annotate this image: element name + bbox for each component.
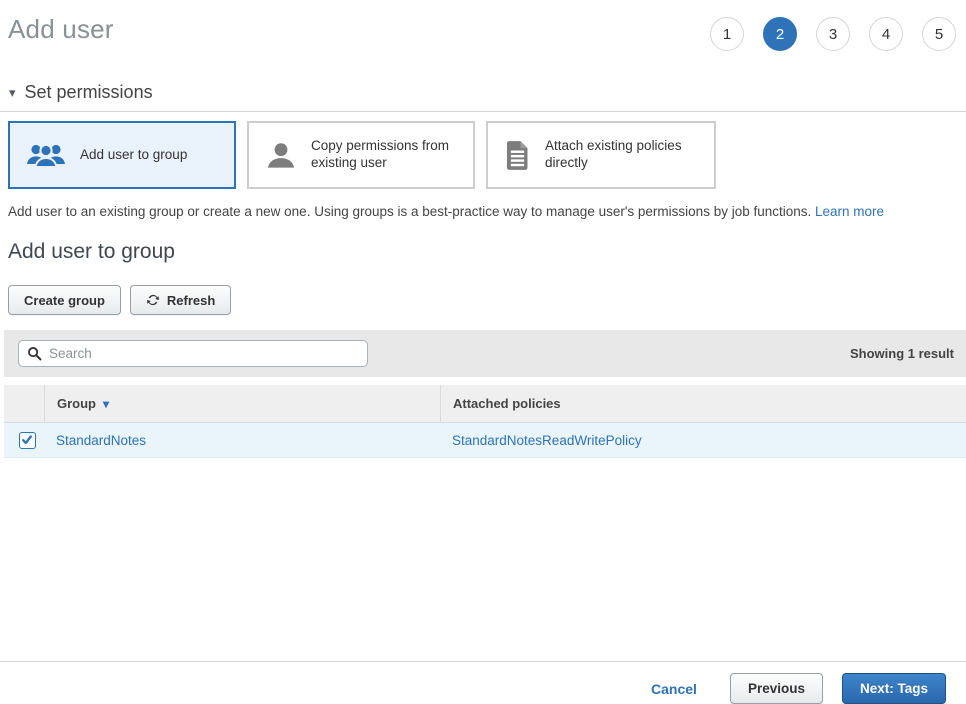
step-2-current[interactable]: 2: [763, 17, 797, 51]
previous-button[interactable]: Previous: [730, 673, 823, 704]
table-toolbar: Showing 1 result: [4, 330, 966, 377]
policy-link[interactable]: StandardNotesReadWritePolicy: [452, 433, 642, 448]
policy-document-icon: [504, 140, 531, 171]
results-count: Showing 1 result: [850, 346, 956, 361]
option-add-user-to-group[interactable]: Add user to group: [8, 121, 236, 189]
row-checkbox-cell: [4, 432, 44, 449]
permissions-description: Add user to an existing group or create …: [8, 204, 966, 219]
step-4[interactable]: 4: [869, 17, 903, 51]
step-3[interactable]: 3: [816, 17, 850, 51]
group-column-label: Group: [57, 396, 96, 411]
search-field-wrap: [18, 340, 368, 367]
row-group-cell: StandardNotes: [44, 433, 440, 448]
groups-table: Group ▾ Attached policies StandardNotes …: [4, 385, 966, 458]
description-text: Add user to an existing group or create …: [8, 204, 815, 219]
group-link[interactable]: StandardNotes: [56, 433, 146, 448]
table-header-row: Group ▾ Attached policies: [4, 385, 966, 423]
step-5[interactable]: 5: [922, 17, 956, 51]
header-policies-column: Attached policies: [440, 385, 966, 422]
option-label: Attach existing policies directly: [545, 138, 704, 172]
policies-column-label: Attached policies: [453, 396, 561, 411]
next-tags-button[interactable]: Next: Tags: [842, 673, 946, 704]
header-checkbox-column: [4, 385, 44, 422]
group-section-title: Add user to group: [8, 240, 966, 264]
user-group-icon: [26, 140, 66, 170]
learn-more-link[interactable]: Learn more: [815, 204, 884, 219]
option-label: Copy permissions from existing user: [311, 138, 463, 172]
search-input[interactable]: [18, 340, 368, 367]
wizard-footer: Cancel Previous Next: Tags: [0, 661, 966, 704]
refresh-button[interactable]: Refresh: [130, 285, 231, 315]
collapse-arrow-icon: ▾: [9, 86, 16, 99]
set-permissions-header[interactable]: ▾ Set permissions: [9, 82, 966, 103]
section-title: Set permissions: [25, 82, 153, 103]
checkmark-icon: [21, 434, 33, 446]
refresh-icon: [146, 293, 160, 307]
step-indicator: 1 2 3 4 5: [710, 17, 956, 51]
row-policies-cell: StandardNotesReadWritePolicy: [440, 433, 966, 448]
create-group-button[interactable]: Create group: [8, 285, 121, 315]
table-row[interactable]: StandardNotes StandardNotesReadWritePoli…: [4, 423, 966, 458]
search-icon: [27, 346, 42, 361]
wizard-header: Add user 1 2 3 4 5: [0, 0, 966, 51]
sort-desc-icon: ▾: [103, 397, 109, 411]
page-title: Add user: [8, 14, 114, 45]
option-copy-permissions[interactable]: Copy permissions from existing user: [247, 121, 475, 189]
cancel-link[interactable]: Cancel: [651, 681, 697, 697]
header-group-column[interactable]: Group ▾: [44, 385, 440, 422]
row-checkbox-checked[interactable]: [19, 432, 36, 449]
group-actions: Create group Refresh: [8, 285, 966, 315]
add-user-wizard: Add user 1 2 3 4 5 ▾ Set permissions: [0, 0, 966, 704]
permission-options: Add user to group Copy permissions from …: [8, 121, 966, 189]
option-label: Add user to group: [80, 147, 187, 164]
step-1[interactable]: 1: [710, 17, 744, 51]
single-user-icon: [265, 139, 297, 171]
section-divider: [0, 111, 966, 112]
refresh-label: Refresh: [167, 293, 215, 308]
option-attach-policies[interactable]: Attach existing policies directly: [486, 121, 716, 189]
